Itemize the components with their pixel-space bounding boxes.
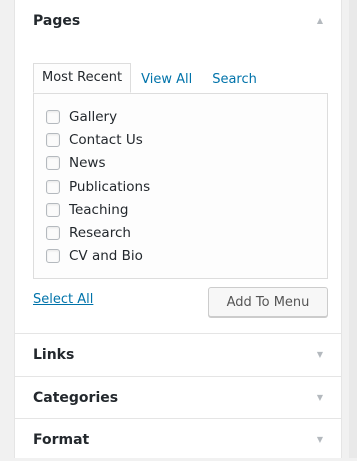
page-checkbox[interactable] <box>46 132 60 147</box>
add-to-menu-button[interactable]: Add To Menu <box>208 287 328 317</box>
page-label: Teaching <box>69 201 129 218</box>
page-label: News <box>69 155 106 172</box>
format-section-header[interactable]: Format ▼ <box>15 419 341 461</box>
select-all-link[interactable]: Select All <box>33 292 93 307</box>
format-section-title: Format <box>33 432 90 448</box>
page-checkbox[interactable] <box>46 179 60 194</box>
list-item[interactable]: News <box>34 152 327 175</box>
categories-section-header[interactable]: Categories ▼ <box>15 377 341 419</box>
pages-list: Gallery Contact Us News Publications Tea… <box>33 93 328 279</box>
links-section-header[interactable]: Links ▼ <box>15 334 341 376</box>
list-item[interactable]: CV and Bio <box>34 245 327 268</box>
pages-section-title: Pages <box>33 13 81 29</box>
list-item[interactable]: Publications <box>34 175 327 198</box>
page-checkbox[interactable] <box>46 156 60 171</box>
page-label: Gallery <box>69 108 118 125</box>
categories-section-title: Categories <box>33 390 119 406</box>
page-checkbox[interactable] <box>46 226 60 241</box>
arrow-up-icon[interactable]: ▲ <box>317 17 323 25</box>
page-label: Publications <box>69 178 151 195</box>
links-section-title: Links <box>33 347 75 363</box>
pages-section-header[interactable]: Pages ▲ <box>15 0 341 42</box>
pages-tabs: Most Recent View All Search <box>33 63 267 93</box>
page-label: CV and Bio <box>69 248 143 265</box>
list-item[interactable]: Contact Us <box>34 128 327 151</box>
list-item[interactable]: Gallery <box>34 105 327 128</box>
page-label: Research <box>69 225 131 242</box>
arrow-down-icon[interactable]: ▼ <box>317 394 323 402</box>
list-item[interactable]: Teaching <box>34 198 327 221</box>
menu-items-panel: Pages ▲ Most Recent View All Search Gall… <box>14 0 342 458</box>
page-label: Contact Us <box>69 131 143 148</box>
page-checkbox[interactable] <box>46 109 60 124</box>
tab-most-recent[interactable]: Most Recent <box>33 63 132 93</box>
list-item[interactable]: Research <box>34 221 327 244</box>
tab-view-all[interactable]: View All <box>131 66 202 93</box>
page-checkbox[interactable] <box>46 249 60 264</box>
arrow-down-icon[interactable]: ▼ <box>317 436 323 444</box>
scrollbar-track[interactable] <box>349 0 357 458</box>
tab-search[interactable]: Search <box>202 66 267 93</box>
page-checkbox[interactable] <box>46 202 60 217</box>
arrow-down-icon[interactable]: ▼ <box>317 351 323 359</box>
